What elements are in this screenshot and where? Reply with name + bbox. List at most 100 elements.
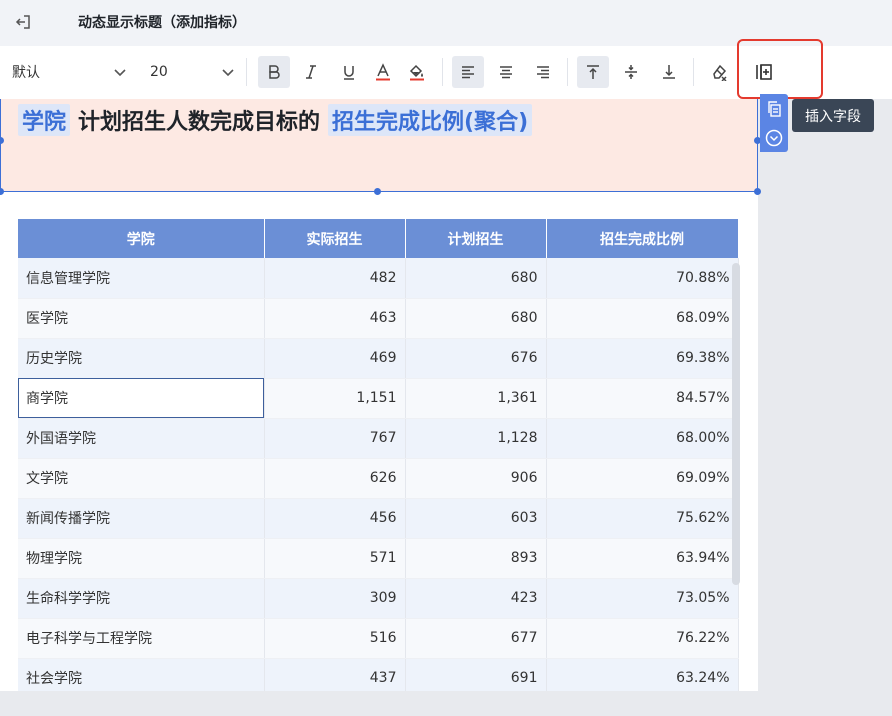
highlight-frame bbox=[737, 39, 823, 99]
table-cell[interactable]: 73.05% bbox=[546, 578, 739, 619]
resize-handle-bottom-right[interactable] bbox=[754, 188, 761, 195]
table-cell[interactable]: 676 bbox=[405, 338, 547, 379]
insert-field-tooltip: 插入字段 bbox=[792, 99, 874, 132]
resize-handle-bottom[interactable] bbox=[374, 188, 381, 195]
table-cell[interactable]: 69.09% bbox=[546, 458, 739, 499]
fill-color-icon bbox=[409, 64, 424, 81]
table-cell[interactable]: 677 bbox=[405, 618, 547, 659]
table-cell[interactable]: 482 bbox=[264, 258, 406, 299]
align-center-button[interactable] bbox=[490, 56, 522, 88]
data-table: 学院 实际招生 计划招生 招生完成比例 信息管理学院 482 680 70.88% 医学… bbox=[18, 219, 739, 699]
underline-icon bbox=[344, 66, 354, 80]
chevron-down-icon bbox=[222, 69, 234, 77]
component-side-tools bbox=[760, 94, 788, 152]
table-cell[interactable]: 1,151 bbox=[264, 378, 406, 419]
table-row[interactable]: 外国语学院 767 1,128 68.00% bbox=[18, 418, 739, 459]
table-cell[interactable]: 680 bbox=[405, 298, 547, 339]
table-header-row: 学院 实际招生 计划招生 招生完成比例 bbox=[18, 219, 739, 258]
bold-icon bbox=[269, 65, 280, 79]
table-cell[interactable]: 456 bbox=[264, 498, 406, 539]
valign-middle-icon bbox=[625, 65, 637, 79]
toolbar-divider bbox=[442, 58, 443, 86]
column-header[interactable]: 招生完成比例 bbox=[546, 219, 739, 258]
table-cell[interactable]: 893 bbox=[405, 538, 547, 579]
clear-format-button[interactable] bbox=[703, 56, 735, 88]
table-cell[interactable]: 75.62% bbox=[546, 498, 739, 539]
valign-bottom-icon bbox=[663, 65, 675, 79]
valign-middle-button[interactable] bbox=[615, 56, 647, 88]
table-cell[interactable]: 63.94% bbox=[546, 538, 739, 579]
table-cell[interactable]: 571 bbox=[264, 538, 406, 579]
title-field-college[interactable]: 学院 bbox=[18, 104, 71, 136]
table-cell[interactable]: 医学院 bbox=[18, 298, 265, 339]
table-cell[interactable]: 423 bbox=[405, 578, 547, 619]
table-row[interactable]: 医学院 463 680 68.09% bbox=[18, 298, 739, 339]
table-cell[interactable]: 商学院 bbox=[18, 378, 265, 419]
table-cell[interactable]: 新闻传播学院 bbox=[18, 498, 265, 539]
table-cell[interactable]: 生命科学学院 bbox=[18, 578, 265, 619]
valign-top-button[interactable] bbox=[577, 56, 609, 88]
table-row[interactable]: 历史学院 469 676 69.38% bbox=[18, 338, 739, 379]
table-body: 信息管理学院 482 680 70.88% 医学院 463 680 68.09% 历史学院 469… bbox=[18, 258, 739, 699]
copy-component-button[interactable] bbox=[760, 94, 788, 123]
table-cell[interactable]: 文学院 bbox=[18, 458, 265, 499]
copy-icon bbox=[768, 100, 781, 117]
valign-top-icon bbox=[587, 65, 599, 79]
bold-button[interactable] bbox=[258, 56, 290, 88]
title-field-ratio[interactable]: 招生完成比例(聚合) bbox=[328, 104, 533, 136]
table-cell[interactable]: 69.38% bbox=[546, 338, 739, 379]
table-row[interactable]: 生命科学学院 309 423 73.05% bbox=[18, 578, 739, 619]
column-header[interactable]: 学院 bbox=[18, 219, 265, 258]
toolbar-divider bbox=[246, 58, 247, 86]
table-cell[interactable]: 1,361 bbox=[405, 378, 547, 419]
table-cell[interactable]: 历史学院 bbox=[18, 338, 265, 379]
table-cell[interactable]: 309 bbox=[264, 578, 406, 619]
table-row[interactable]: 文学院 626 906 69.09% bbox=[18, 458, 739, 499]
table-cell[interactable]: 516 bbox=[264, 618, 406, 659]
table-cell[interactable]: 电子科学与工程学院 bbox=[18, 618, 265, 659]
align-center-icon bbox=[500, 66, 512, 79]
toolbar-divider bbox=[693, 58, 694, 86]
dynamic-title-text[interactable]: 学院 计划招生人数完成目标的 招生完成比例(聚合) bbox=[18, 104, 533, 136]
align-left-button[interactable] bbox=[452, 56, 484, 88]
table-cell[interactable]: 68.09% bbox=[546, 298, 739, 339]
align-right-button[interactable] bbox=[527, 56, 559, 88]
italic-button[interactable] bbox=[295, 56, 327, 88]
table-scrollbar[interactable] bbox=[732, 263, 740, 585]
table-cell[interactable]: 469 bbox=[264, 338, 406, 379]
table-cell[interactable]: 463 bbox=[264, 298, 406, 339]
underline-button[interactable] bbox=[333, 56, 365, 88]
table-cell[interactable]: 767 bbox=[264, 418, 406, 459]
chevron-down-icon bbox=[114, 69, 126, 77]
table-cell[interactable]: 外国语学院 bbox=[18, 418, 265, 459]
table-cell[interactable]: 70.88% bbox=[546, 258, 739, 299]
expand-component-button[interactable] bbox=[760, 123, 788, 152]
table-row[interactable]: 物理学院 571 893 63.94% bbox=[18, 538, 739, 579]
table-cell[interactable]: 1,128 bbox=[405, 418, 547, 459]
table-row[interactable]: 商学院 1,151 1,361 84.57% bbox=[18, 378, 739, 419]
table-cell[interactable]: 603 bbox=[405, 498, 547, 539]
table-row[interactable]: 电子科学与工程学院 516 677 76.22% bbox=[18, 618, 739, 659]
table-cell[interactable]: 626 bbox=[264, 458, 406, 499]
font-size-value: 20 bbox=[150, 64, 168, 80]
fill-color-button[interactable] bbox=[401, 56, 433, 88]
table-row[interactable]: 信息管理学院 482 680 70.88% bbox=[18, 258, 739, 299]
table-cell[interactable]: 76.22% bbox=[546, 618, 739, 659]
page-title: 动态显示标题（添加指标） bbox=[78, 15, 246, 31]
exit-button[interactable] bbox=[10, 9, 36, 35]
table-cell[interactable]: 84.57% bbox=[546, 378, 739, 419]
font-color-button[interactable] bbox=[367, 56, 399, 88]
font-family-select[interactable]: 默认 bbox=[12, 56, 128, 88]
table-row[interactable]: 新闻传播学院 456 603 75.62% bbox=[18, 498, 739, 539]
font-color-icon bbox=[376, 63, 390, 81]
table-cell[interactable]: 物理学院 bbox=[18, 538, 265, 579]
table-cell[interactable]: 信息管理学院 bbox=[18, 258, 265, 299]
valign-bottom-button[interactable] bbox=[653, 56, 685, 88]
font-size-select[interactable]: 20 bbox=[150, 56, 236, 88]
table-cell[interactable]: 680 bbox=[405, 258, 547, 299]
clear-format-icon bbox=[713, 64, 727, 81]
column-header[interactable]: 实际招生 bbox=[264, 219, 406, 258]
column-header[interactable]: 计划招生 bbox=[405, 219, 547, 258]
table-cell[interactable]: 906 bbox=[405, 458, 547, 499]
table-cell[interactable]: 68.00% bbox=[546, 418, 739, 459]
